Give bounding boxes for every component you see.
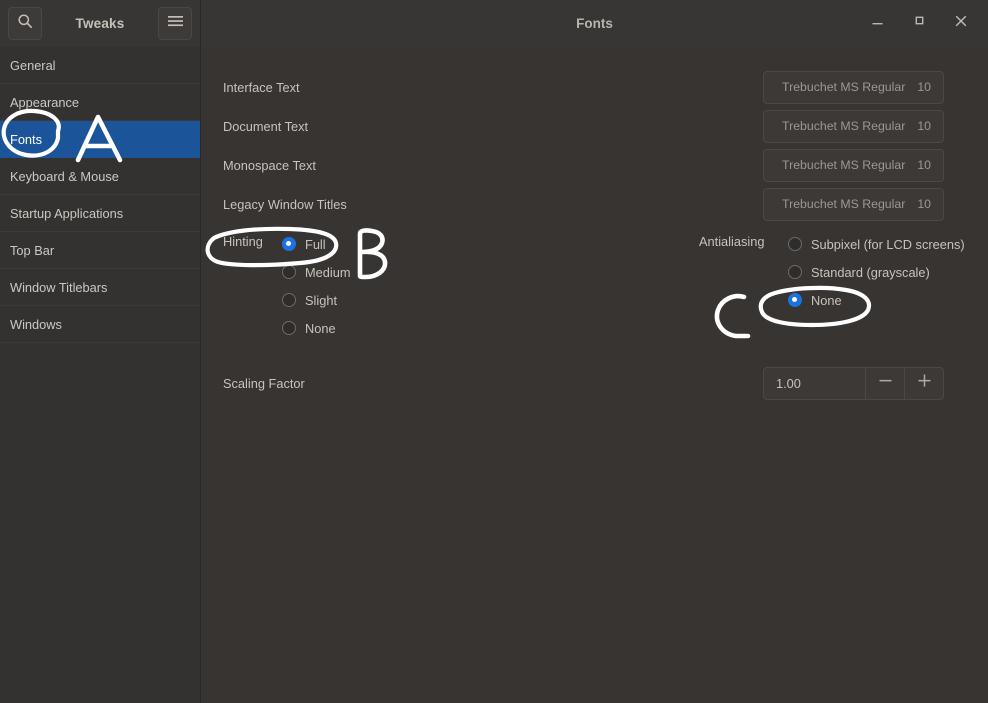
hinting-option-none[interactable]: None [282,314,336,342]
sidebar: General Appearance Fonts Keyboard & Mous… [0,47,201,703]
font-size: 10 [917,158,931,172]
hinting-option-full[interactable]: Full [282,230,326,258]
window-headerbar: Fonts [201,0,988,47]
minimize-button[interactable] [860,7,894,39]
radio-indicator [788,237,802,251]
setting-row-document-text: Document Text Trebuchet MS Regular 10 [223,109,966,143]
sidebar-item-fonts[interactable]: Fonts [0,121,200,158]
sidebar-item-label: Appearance [10,94,80,110]
sidebar-item-windows[interactable]: Windows [0,306,200,343]
font-size: 10 [917,80,931,94]
antialiasing-option-label: Standard (grayscale) [811,264,930,280]
sidebar-headerbar: Tweaks [0,0,201,47]
font-name: Trebuchet MS Regular [782,158,906,172]
scaling-factor-spinner[interactable]: 1.00 [763,366,944,400]
app-title: Tweaks [75,15,125,31]
antialiasing-option-standard[interactable]: Standard (grayscale) [788,258,930,286]
maximize-button[interactable] [902,7,936,39]
sidebar-item-top-bar[interactable]: Top Bar [0,232,200,269]
antialiasing-option-subpixel[interactable]: Subpixel (for LCD screens) [788,230,965,258]
interface-text-font-button[interactable]: Trebuchet MS Regular 10 [763,70,944,104]
window-controls [860,7,978,39]
scaling-factor-decrement-button[interactable] [865,367,904,399]
sidebar-item-label: Window Titlebars [10,279,108,295]
sidebar-item-general[interactable]: General [0,47,200,84]
hinting-label: Hinting [223,234,263,249]
document-text-label: Document Text [223,118,309,134]
maximize-icon [913,14,926,32]
titlebar: Tweaks Fonts [0,0,988,47]
font-name: Trebuchet MS Regular [782,80,906,94]
sidebar-item-label: Keyboard & Mouse [10,168,119,184]
sidebar-item-label: Windows [10,316,62,332]
sidebar-item-appearance[interactable]: Appearance [0,84,200,121]
scaling-factor-label: Scaling Factor [223,375,305,391]
hinting-option-label: Full [305,236,326,252]
setting-row-monospace-text: Monospace Text Trebuchet MS Regular 10 [223,148,966,182]
radio-indicator [788,293,802,307]
radio-indicator [788,265,802,279]
legacy-window-titles-label: Legacy Window Titles [223,196,347,212]
hinting-option-label: Slight [305,292,338,308]
setting-row-interface-text: Interface Text Trebuchet MS Regular 10 [223,70,966,104]
sidebar-item-label: General [10,57,56,73]
hinting-option-medium[interactable]: Medium [282,258,351,286]
search-icon [17,13,33,34]
antialiasing-option-label: None [811,292,842,308]
radio-indicator [282,265,296,279]
plus-icon [916,372,933,394]
hinting-option-label: Medium [305,264,351,280]
hinting-radio-group: Full Medium Slight None [282,230,351,342]
legacy-window-titles-font-button[interactable]: Trebuchet MS Regular 10 [763,187,944,221]
setting-row-scaling-factor: Scaling Factor 1.00 [223,366,966,400]
scaling-factor-increment-button[interactable] [904,367,943,399]
sidebar-item-label: Startup Applications [10,205,124,221]
antialiasing-option-label: Subpixel (for LCD screens) [811,236,965,252]
font-name: Trebuchet MS Regular [782,197,906,211]
fonts-settings-panel: Interface Text Trebuchet MS Regular 10 D… [201,47,988,703]
minus-icon [877,372,894,394]
font-name: Trebuchet MS Regular [782,119,906,133]
sidebar-item-window-titlebars[interactable]: Window Titlebars [0,269,200,306]
scaling-factor-input[interactable]: 1.00 [764,368,865,399]
sidebar-item-keyboard-and-mouse[interactable]: Keyboard & Mouse [0,158,200,195]
document-text-font-button[interactable]: Trebuchet MS Regular 10 [763,109,944,143]
antialiasing-radio-group: Subpixel (for LCD screens) Standard (gra… [788,230,965,314]
radio-indicator [282,321,296,335]
antialiasing-label: Antialiasing [699,234,765,249]
antialiasing-option-none[interactable]: None [788,286,842,314]
monospace-text-label: Monospace Text [223,157,316,173]
radio-indicator [282,237,296,251]
sidebar-item-label: Top Bar [10,242,55,258]
minimize-icon [871,14,884,32]
menu-button[interactable] [158,6,192,40]
monospace-text-font-button[interactable]: Trebuchet MS Regular 10 [763,148,944,182]
setting-row-legacy-window-titles: Legacy Window Titles Trebuchet MS Regula… [223,187,966,221]
tweaks-window: Tweaks Fonts General Appearance Fonts Ke… [0,0,988,703]
hamburger-menu-icon [167,14,184,33]
hinting-option-label: None [305,320,336,336]
sidebar-item-startup-applications[interactable]: Startup Applications [0,195,200,232]
close-icon [954,14,968,33]
interface-text-label: Interface Text [223,79,300,95]
font-size: 10 [917,119,931,133]
hinting-option-slight[interactable]: Slight [282,286,337,314]
font-size: 10 [917,197,931,211]
search-button[interactable] [8,6,42,40]
sidebar-item-label: Fonts [10,131,43,147]
close-button[interactable] [944,7,978,39]
radio-indicator [282,293,296,307]
